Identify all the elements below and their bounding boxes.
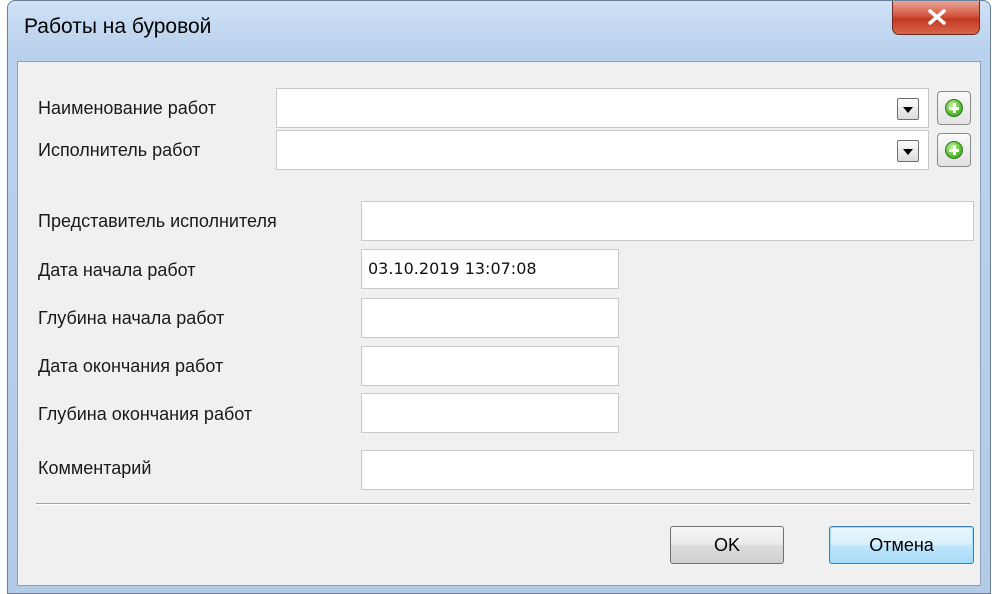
close-x-icon [928,9,946,25]
executor-label: Исполнитель работ [38,140,201,160]
dialog-window: Работы на буровой Наименование работ Исп… [7,0,991,594]
executor-rep-input[interactable] [361,201,974,241]
dialog-client-area: Наименование работ Исполнитель работ Пре… [17,61,981,586]
end-date-label: Дата окончания работ [38,356,224,376]
add-work-name-button[interactable] [937,91,971,125]
executor-rep-label: Представитель исполнителя [38,211,277,231]
work-name-label: Наименование работ [38,98,216,118]
end-date-input[interactable] [361,346,619,386]
executor-combobox[interactable] [276,130,929,170]
start-date-input[interactable]: 03.10.2019 13:07:08 [361,249,619,289]
window-title: Работы на буровой [24,15,212,38]
work-name-combobox[interactable] [276,88,929,128]
comment-label: Комментарий [38,458,152,478]
add-executor-button[interactable] [937,133,971,167]
add-circle-icon [945,141,963,159]
close-button[interactable] [892,1,980,35]
footer-separator [36,503,970,504]
work-name-dropdown-arrow[interactable] [897,98,919,120]
end-depth-label: Глубина окончания работ [38,404,253,424]
cancel-button[interactable]: Отмена [829,526,974,564]
end-depth-input[interactable] [361,393,619,433]
add-circle-icon [945,99,963,117]
executor-dropdown-arrow[interactable] [897,140,919,162]
ok-button[interactable]: OK [670,526,784,564]
comment-input[interactable] [361,450,974,490]
start-depth-input[interactable] [361,298,619,338]
start-depth-label: Глубина начала работ [38,308,225,328]
start-date-label: Дата начала работ [38,260,196,280]
